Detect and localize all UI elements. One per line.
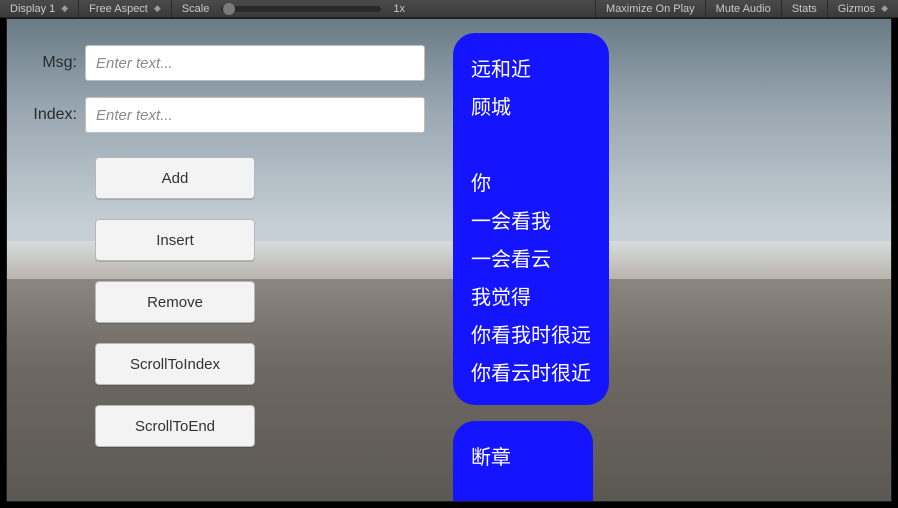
message-list[interactable]: 远和近 顾城 你 一会看我 一会看云 我觉得 你看我时很远 你看云时很近 断章 — [453, 33, 683, 501]
maximize-on-play-toggle[interactable]: Maximize On Play — [595, 0, 705, 17]
message-line: 一会看云 — [471, 241, 591, 279]
message-blank-line — [471, 127, 591, 165]
display-dropdown[interactable]: Display 1 ◆ — [0, 0, 79, 17]
dropdown-caret-icon: ◆ — [154, 3, 161, 14]
remove-button[interactable]: Remove — [95, 281, 255, 323]
scale-slider-knob[interactable] — [223, 3, 235, 15]
game-toolbar: Display 1 ◆ Free Aspect ◆ Scale 1x Maxim… — [0, 0, 898, 18]
index-label: Index: — [25, 106, 85, 124]
message-line: 顾城 — [471, 89, 591, 127]
game-view: Msg: Index: Add Insert Remove ScrollToIn… — [6, 18, 892, 502]
add-button[interactable]: Add — [95, 157, 255, 199]
dropdown-caret-icon: ◆ — [61, 3, 68, 14]
gizmos-dropdown[interactable]: Gizmos ◆ — [827, 0, 898, 17]
display-label: Display 1 — [10, 3, 55, 15]
index-input[interactable] — [85, 97, 425, 133]
scale-control: Scale 1x — [172, 0, 415, 17]
message-line: 你看云时很近 — [471, 355, 591, 393]
message-bubble: 断章 — [453, 421, 593, 501]
dropdown-caret-icon: ◆ — [881, 3, 888, 14]
aspect-label: Free Aspect — [89, 3, 148, 15]
message-line: 断章 — [471, 439, 575, 477]
mute-audio-toggle[interactable]: Mute Audio — [705, 0, 781, 17]
message-line: 一会看我 — [471, 203, 591, 241]
message-line: 你 — [471, 165, 591, 203]
message-bubble: 远和近 顾城 你 一会看我 一会看云 我觉得 你看我时很远 你看云时很近 — [453, 33, 609, 405]
message-line: 你看我时很远 — [471, 317, 591, 355]
stats-toggle[interactable]: Stats — [781, 0, 827, 17]
insert-button[interactable]: Insert — [95, 219, 255, 261]
scale-value: 1x — [393, 3, 405, 15]
msg-label: Msg: — [25, 54, 85, 72]
message-line: 远和近 — [471, 51, 591, 89]
aspect-dropdown[interactable]: Free Aspect ◆ — [79, 0, 172, 17]
scale-label: Scale — [182, 3, 210, 15]
scroll-to-index-button[interactable]: ScrollToIndex — [95, 343, 255, 385]
scroll-to-end-button[interactable]: ScrollToEnd — [95, 405, 255, 447]
msg-input[interactable] — [85, 45, 425, 81]
message-line: 我觉得 — [471, 279, 591, 317]
controls-panel: Msg: Index: Add Insert Remove ScrollToIn… — [25, 45, 425, 447]
scale-slider[interactable] — [221, 6, 381, 12]
